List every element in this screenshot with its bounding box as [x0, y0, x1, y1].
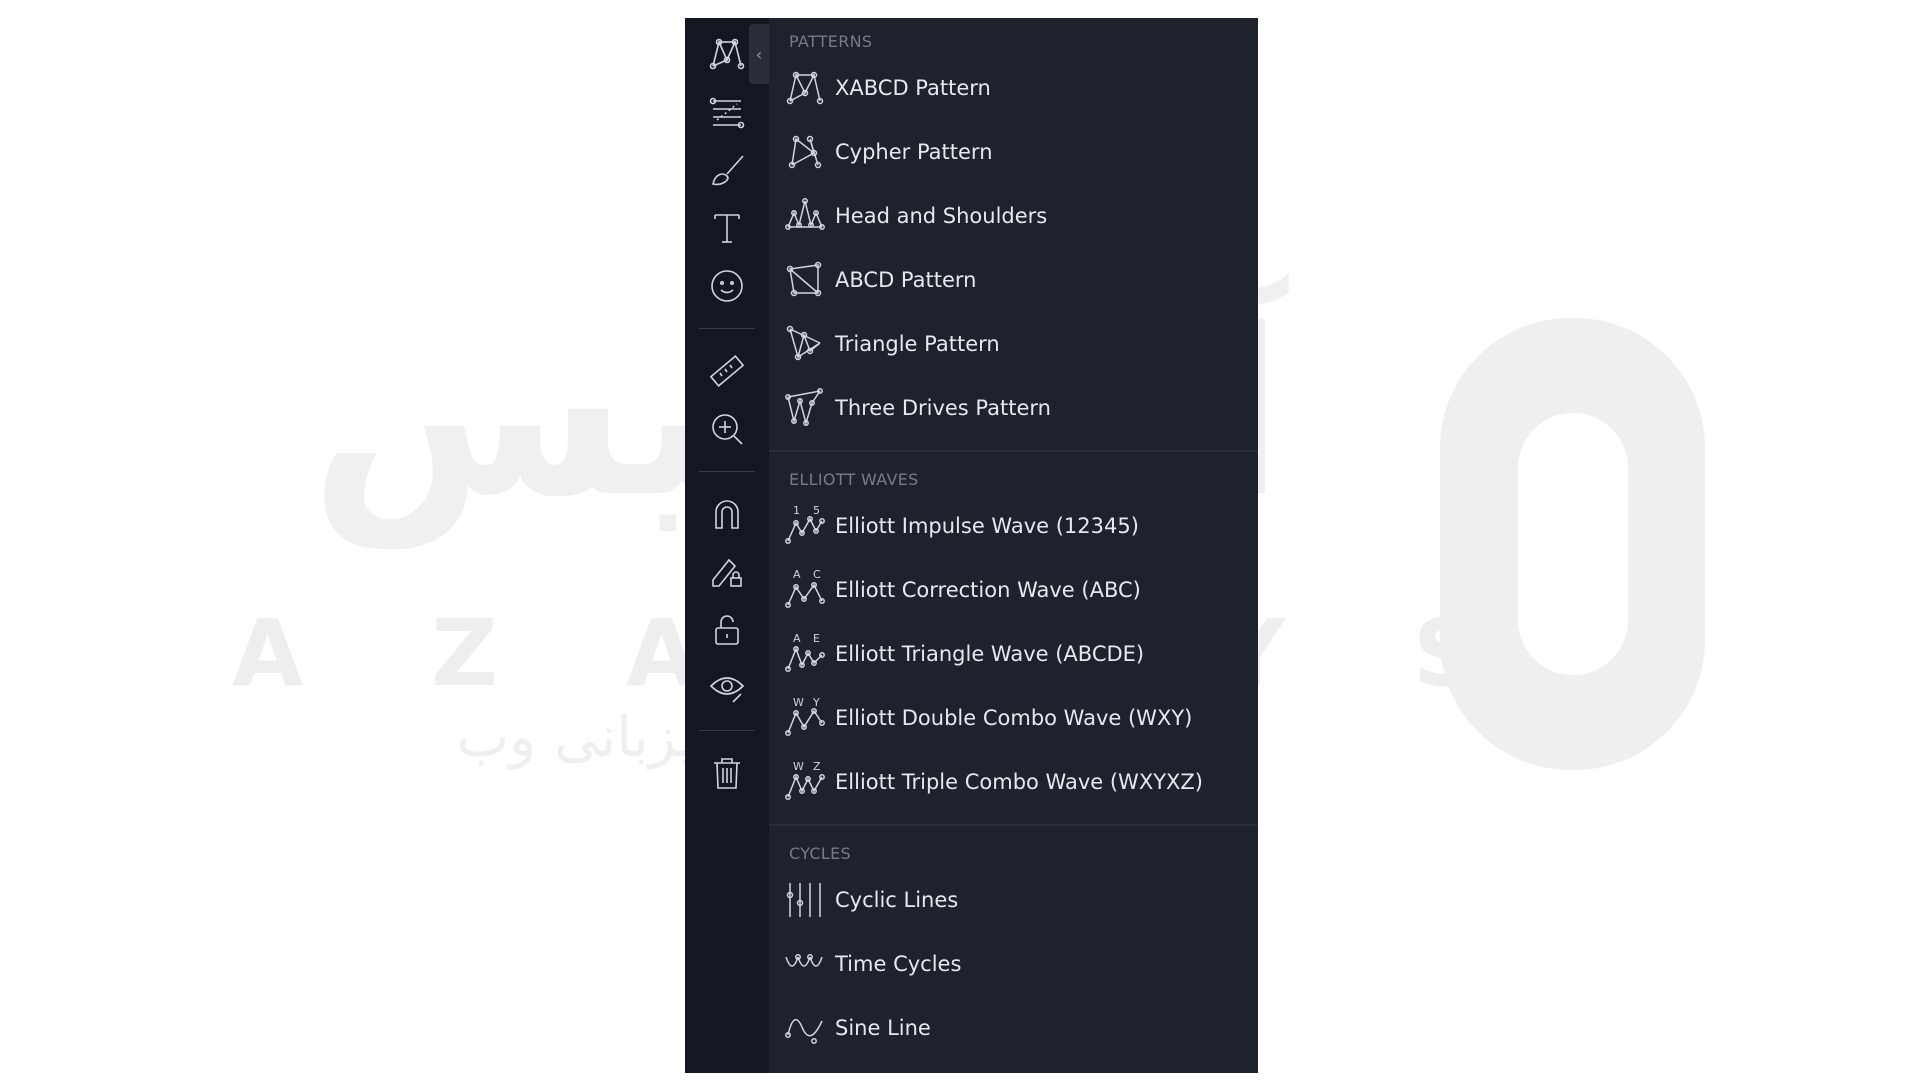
section-divider [769, 824, 1258, 826]
elliott-impulse-icon: 15 [781, 502, 829, 550]
eye-icon[interactable] [699, 660, 755, 716]
menu-item-elliott-impulse-wave[interactable]: 15 Elliott Impulse Wave (12345) [769, 494, 1258, 558]
elliott-correction-icon: AC [781, 566, 829, 614]
menu-item-label: Elliott Triple Combo Wave (WXYXZ) [835, 770, 1204, 794]
toolbar-divider [699, 471, 755, 472]
wave-tag: 1 [793, 505, 800, 517]
text-icon[interactable] [699, 200, 755, 256]
menu-item-label: Elliott Correction Wave (ABC) [835, 578, 1141, 602]
menu-item-elliott-double-combo-wave[interactable]: WY Elliott Double Combo Wave (WXY) [769, 686, 1258, 750]
unlock-icon[interactable] [699, 602, 755, 658]
menu-item-cypher-pattern[interactable]: Cypher Pattern [769, 120, 1258, 184]
menu-item-label: Sine Line [835, 1016, 931, 1040]
wave-tag: Z [813, 761, 821, 773]
emoji-icon[interactable] [699, 258, 755, 314]
menu-item-label: Triangle Pattern [835, 332, 1000, 356]
drawing-tools-menu: PATTERNS XABCD Pattern Cypher Pattern He… [769, 18, 1258, 1073]
menu-item-time-cycles[interactable]: Time Cycles [769, 932, 1258, 996]
trash-icon[interactable] [699, 745, 755, 801]
menu-item-label: Elliott Double Combo Wave (WXY) [835, 706, 1193, 730]
section-title-patterns: PATTERNS [789, 32, 873, 51]
elliott-triple-combo-icon: WZ [781, 758, 829, 806]
elliott-double-combo-icon: WY [781, 694, 829, 742]
time-cycles-icon [781, 940, 829, 988]
ruler-icon[interactable] [699, 343, 755, 399]
brush-icon[interactable] [699, 142, 755, 198]
menu-item-label: Elliott Impulse Wave (12345) [835, 514, 1139, 538]
menu-item-cyclic-lines[interactable]: Cyclic Lines [769, 868, 1258, 932]
wave-tag: W [793, 697, 804, 709]
menu-item-head-and-shoulders[interactable]: Head and Shoulders [769, 184, 1258, 248]
section-title-cycles: CYCLES [789, 844, 851, 863]
wave-tag: A [793, 633, 801, 645]
menu-item-label: XABCD Pattern [835, 76, 991, 100]
menu-item-label: Cypher Pattern [835, 140, 993, 164]
cypher-icon [781, 128, 829, 176]
three-drives-icon [781, 384, 829, 432]
menu-item-label: Cyclic Lines [835, 888, 959, 912]
wave-tag: E [813, 633, 820, 645]
watermark-logo-icon [1440, 318, 1705, 770]
menu-item-label: Elliott Triangle Wave (ABCDE) [835, 642, 1145, 666]
magnet-icon[interactable] [699, 486, 755, 542]
elliott-triangle-icon: AE [781, 630, 829, 678]
collapse-menu-button[interactable]: ‹ [749, 24, 769, 84]
drawing-tools-panel: ‹ PATTERNS XABCD Pattern Cypher Pattern … [685, 18, 1258, 1073]
menu-item-elliott-triple-combo-wave[interactable]: WZ Elliott Triple Combo Wave (WXYXZ) [769, 750, 1258, 814]
lock-drawing-icon[interactable] [699, 544, 755, 600]
fib-retracement-icon[interactable] [699, 84, 755, 140]
menu-item-abcd-pattern[interactable]: ABCD Pattern [769, 248, 1258, 312]
wave-tag: W [793, 761, 804, 773]
zoom-in-icon[interactable] [699, 401, 755, 457]
left-toolbar: ‹ [685, 18, 769, 1073]
menu-item-elliott-triangle-wave[interactable]: AE Elliott Triangle Wave (ABCDE) [769, 622, 1258, 686]
menu-item-triangle-pattern[interactable]: Triangle Pattern [769, 312, 1258, 376]
menu-item-xabcd-pattern[interactable]: XABCD Pattern [769, 56, 1258, 120]
wave-tag: A [793, 569, 801, 581]
triangle-pattern-icon [781, 320, 829, 368]
xabcd-pattern-icon[interactable] [699, 26, 755, 82]
menu-item-elliott-correction-wave[interactable]: AC Elliott Correction Wave (ABC) [769, 558, 1258, 622]
abcd-icon [781, 256, 829, 304]
wave-tag: 5 [813, 505, 820, 517]
menu-item-three-drives-pattern[interactable]: Three Drives Pattern [769, 376, 1258, 440]
menu-item-label: ABCD Pattern [835, 268, 977, 292]
head-shoulders-icon [781, 192, 829, 240]
menu-item-label: Time Cycles [835, 952, 962, 976]
cyclic-lines-icon [781, 876, 829, 924]
wave-tag: Y [812, 697, 820, 709]
toolbar-divider [699, 730, 755, 731]
toolbar-divider [699, 328, 755, 329]
section-divider [769, 450, 1258, 452]
menu-item-label: Head and Shoulders [835, 204, 1048, 228]
menu-item-label: Three Drives Pattern [835, 396, 1051, 420]
section-title-elliott-waves: ELLIOTT WAVES [789, 470, 919, 489]
xabcd-icon [781, 64, 829, 112]
wave-tag: C [813, 569, 821, 581]
menu-item-sine-line[interactable]: Sine Line [769, 996, 1258, 1060]
sine-line-icon [781, 1004, 829, 1052]
